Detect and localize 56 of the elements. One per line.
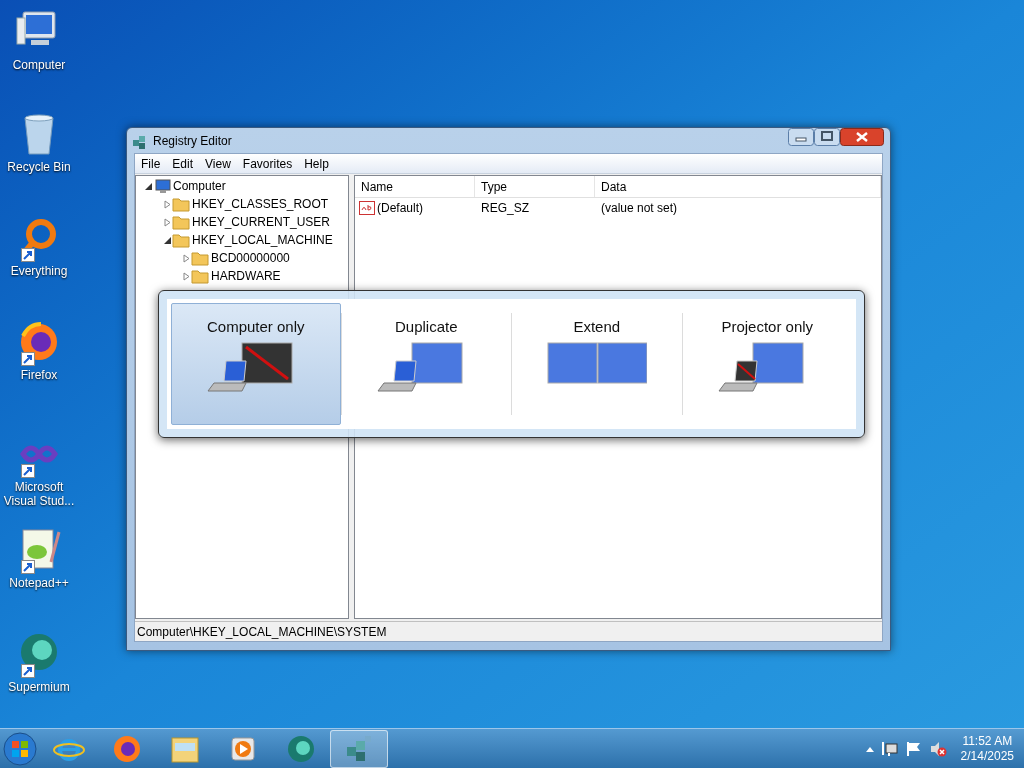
clock[interactable]: 11:52 AM 2/14/2025 (960, 733, 1014, 764)
collapsed-arrow-icon[interactable] (182, 253, 191, 263)
folder-icon (191, 268, 209, 284)
network-icon[interactable] (880, 740, 899, 757)
display-mode-option[interactable]: Computer only (171, 303, 341, 425)
string-value-icon (359, 201, 375, 215)
expanded-arrow-icon[interactable] (163, 235, 172, 245)
desktop-icon-label[interactable]: Firefox (20, 368, 58, 382)
display-mode-option[interactable]: Extend (512, 303, 682, 425)
collapsed-arrow-icon[interactable] (163, 199, 172, 209)
tree-item[interactable]: HKEY_CURRENT_USER (192, 213, 331, 231)
option-label: Projector only (721, 317, 814, 337)
flag-icon[interactable] (904, 740, 923, 757)
desktop-icon-label[interactable]: Microsoft Visual Stud... (0, 480, 78, 508)
status-bar: Computer\HKEY_LOCAL_MACHINE\SYSTEM (135, 621, 882, 641)
maximize-button[interactable] (814, 128, 840, 146)
minimize-button[interactable] (788, 128, 814, 146)
tree-item[interactable]: Computer (173, 177, 226, 195)
desktop-icon-label[interactable]: Computer (12, 58, 66, 72)
menu-item[interactable]: Favorites (236, 154, 299, 173)
desktop-icon-label[interactable]: Notepad++ (9, 576, 69, 590)
column-header[interactable]: Name (355, 176, 475, 197)
option-label: Computer only (206, 317, 305, 337)
tree-item[interactable]: HKEY_LOCAL_MACHINE (192, 231, 333, 249)
table-cell-text: REG_SZ (480, 200, 530, 217)
menu-item[interactable]: View (199, 154, 237, 173)
column-header[interactable]: Type (475, 176, 595, 197)
expanded-arrow-icon[interactable] (144, 181, 153, 191)
menu-item[interactable]: File (135, 154, 167, 173)
table-cell-text: (value not set) (600, 200, 679, 217)
computer-icon (153, 178, 171, 194)
option-label: Extend (573, 317, 621, 337)
folder-icon (191, 250, 209, 266)
desktop-icon-label[interactable]: Everything (10, 264, 68, 278)
taskbar-button[interactable] (330, 729, 388, 768)
folder-icon (172, 214, 190, 230)
menu-item[interactable]: Help (298, 154, 335, 173)
tree-item[interactable]: BCD00000000 (211, 249, 290, 267)
collapsed-arrow-icon[interactable] (163, 217, 172, 227)
column-header[interactable]: Data (595, 176, 881, 197)
display-mode-option[interactable]: Projector only (682, 303, 852, 425)
folder-icon (172, 196, 190, 212)
tree-item[interactable]: HARDWARE (211, 267, 281, 285)
window-title: Registry Editor (153, 132, 232, 150)
menu-item[interactable]: Edit (166, 154, 200, 173)
collapsed-arrow-icon[interactable] (182, 271, 191, 281)
option-label: Duplicate (394, 317, 458, 337)
desktop-icon-label[interactable]: Supermium (8, 680, 70, 694)
desktop-icon-label[interactable]: Recycle Bin (7, 160, 71, 174)
display-mode-option[interactable]: Duplicate (341, 303, 511, 425)
folder-icon (172, 232, 190, 248)
tree-item[interactable]: HKEY_CLASSES_ROOT (192, 195, 329, 213)
start-button[interactable] (0, 730, 40, 767)
speaker-muted-icon[interactable] (928, 740, 947, 757)
close-button[interactable] (840, 128, 884, 146)
table-cell-text: (Default) (377, 200, 423, 217)
